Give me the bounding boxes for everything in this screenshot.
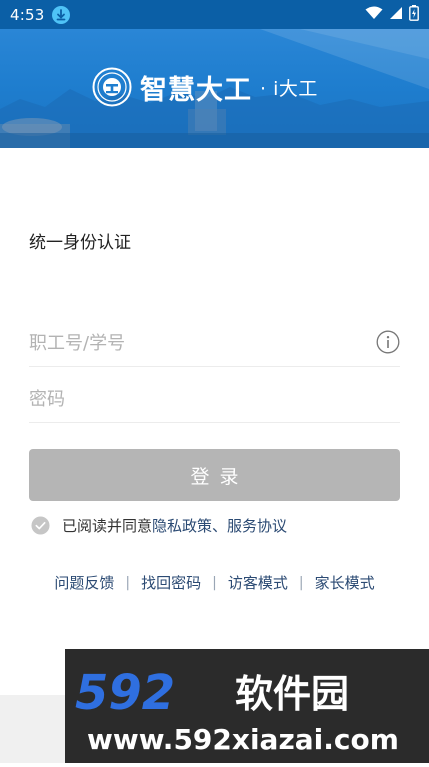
password-input[interactable] bbox=[29, 379, 349, 419]
svg-text:592: 592 bbox=[75, 665, 175, 721]
app-title: 智慧大工 bbox=[140, 74, 252, 106]
login-button[interactable]: 登录 bbox=[29, 449, 400, 501]
site-watermark-logo: 592 软件园 www.592xiazai.com bbox=[75, 665, 399, 756]
page-title: 统一身份认证 bbox=[29, 233, 131, 253]
username-field bbox=[29, 323, 400, 367]
feedback-link[interactable]: 问题反馈 bbox=[54, 572, 114, 593]
privacy-policy-link[interactable]: 隐私政策 bbox=[152, 515, 212, 536]
agreement-prefix: 已阅读并同意 bbox=[62, 517, 153, 535]
agreement-row: 已阅读并同意 隐私政策 、 服务协议 bbox=[31, 515, 287, 536]
status-icons bbox=[365, 4, 419, 25]
footer-links: 问题反馈 | 找回密码 | 访客模式 | 家长模式 bbox=[0, 572, 429, 593]
status-bar: 4:53 bbox=[0, 0, 429, 29]
visitor-mode-link[interactable]: 访客模式 bbox=[228, 572, 288, 593]
info-icon[interactable] bbox=[376, 330, 400, 354]
link-divider: | bbox=[125, 574, 131, 591]
app-subtitle: · i大工 bbox=[260, 77, 318, 100]
service-agreement-link[interactable]: 服务协议 bbox=[227, 515, 287, 536]
header-banner: 智慧大工 · i大工 bbox=[0, 29, 429, 148]
app-logo: 智慧大工 · i大工 bbox=[92, 67, 318, 107]
signal-icon bbox=[389, 5, 403, 24]
battery-icon bbox=[409, 4, 419, 25]
svg-text:软件园: 软件园 bbox=[235, 672, 349, 716]
watermark-overlay: 592 软件园 www.592xiazai.com bbox=[65, 649, 429, 763]
svg-text:www.592xiazai.com: www.592xiazai.com bbox=[87, 723, 399, 756]
wifi-icon bbox=[365, 5, 383, 24]
status-time: 4:53 bbox=[10, 5, 45, 24]
agreement-checkbox-icon[interactable] bbox=[31, 516, 50, 535]
parent-mode-link[interactable]: 家长模式 bbox=[315, 572, 375, 593]
recover-password-link[interactable]: 找回密码 bbox=[141, 572, 201, 593]
agreement-separator: 、 bbox=[212, 517, 228, 535]
university-emblem-icon bbox=[92, 67, 132, 107]
link-divider: | bbox=[298, 574, 304, 591]
download-icon bbox=[52, 5, 71, 24]
username-input[interactable] bbox=[29, 323, 349, 363]
password-field bbox=[29, 379, 400, 423]
link-divider: | bbox=[212, 574, 217, 591]
bottom-panel bbox=[0, 695, 70, 763]
